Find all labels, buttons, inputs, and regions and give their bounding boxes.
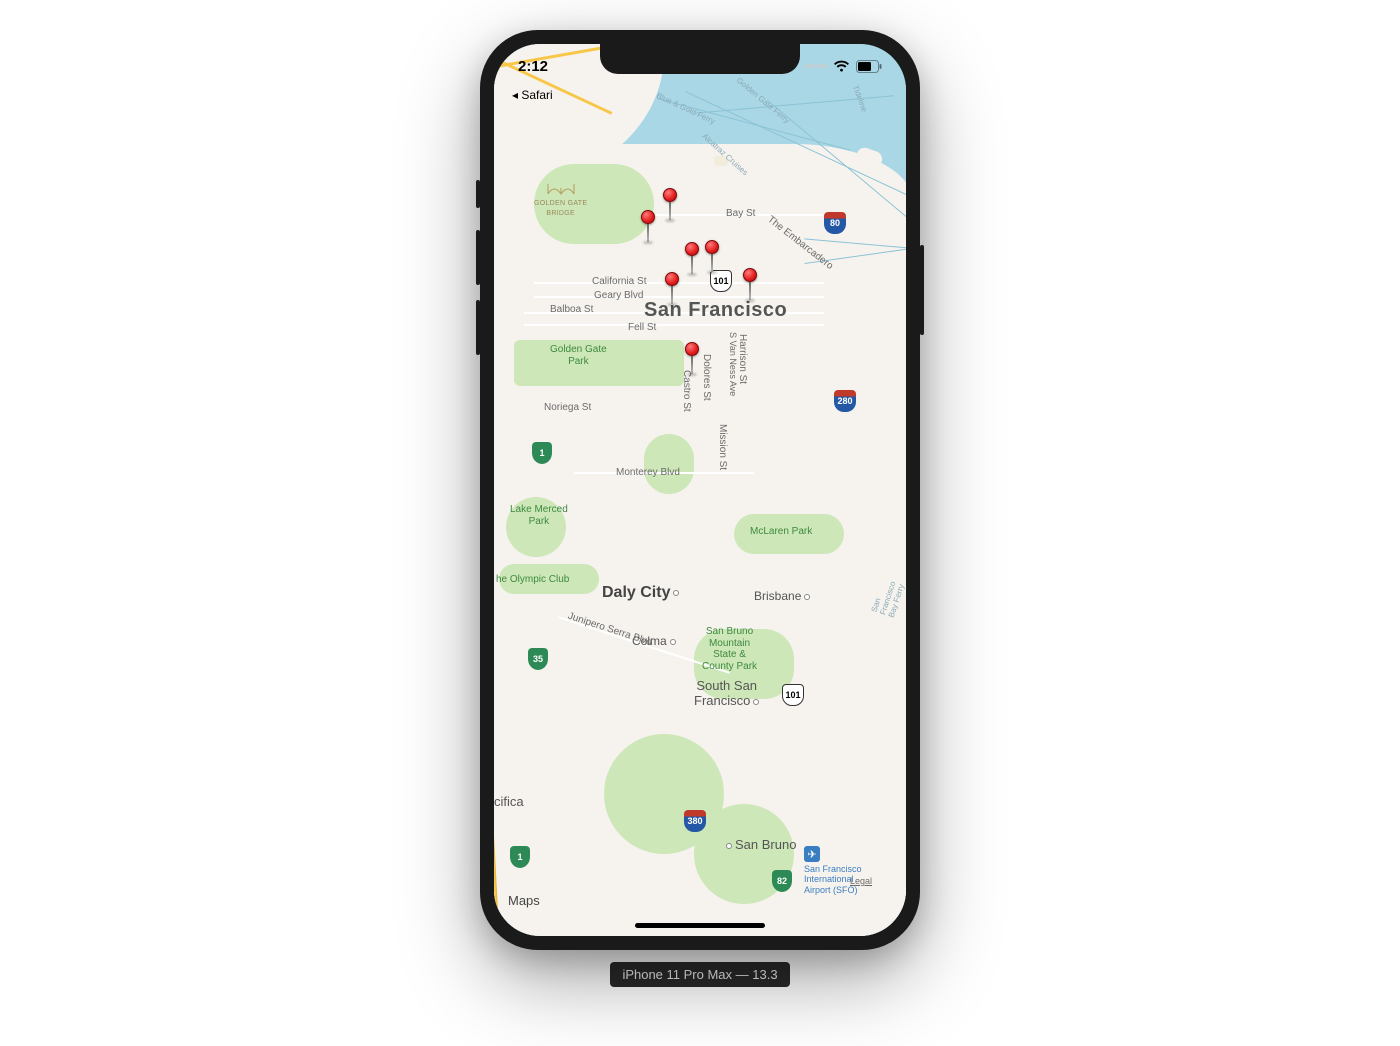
street-label: California St xyxy=(592,276,646,287)
shield-i280: 280 xyxy=(834,390,856,412)
airport-icon: ✈ xyxy=(804,846,820,862)
street-label: Castro St xyxy=(681,370,692,412)
shield-ca1: 1 xyxy=(510,846,530,868)
status-time: 2:12 xyxy=(518,58,548,75)
street-label: Balboa St xyxy=(550,304,593,315)
volume-down-button[interactable] xyxy=(476,300,480,355)
map-pin[interactable] xyxy=(663,188,677,222)
battery-icon xyxy=(856,60,882,73)
street xyxy=(524,324,824,326)
power-button[interactable] xyxy=(920,245,924,335)
shield-us101: 101 xyxy=(782,684,804,706)
maps-attribution: Maps xyxy=(508,893,540,908)
shield-ca1: 1 xyxy=(532,442,552,464)
street xyxy=(534,282,824,284)
map-pin[interactable] xyxy=(705,240,719,274)
map-pin[interactable] xyxy=(685,242,699,276)
street-label: Dolores St xyxy=(701,354,712,401)
street-label: Mission St xyxy=(717,424,728,470)
shield-ca82: 82 xyxy=(772,870,792,892)
back-to-app-breadcrumb[interactable]: ◂ Safari xyxy=(512,88,553,102)
street-label: S Van Ness Ave xyxy=(728,332,738,396)
street-label: Noriega St xyxy=(544,402,591,413)
golden-gate-bridge-label: GOLDEN GATE BRIDGE xyxy=(534,182,587,218)
shield-i80: 80 xyxy=(824,212,846,234)
city-label-sanbruno: San Bruno xyxy=(726,837,796,852)
bridge-icon xyxy=(546,182,576,196)
silence-switch[interactable] xyxy=(476,180,480,208)
shield-ca35: 35 xyxy=(528,648,548,670)
street-label: Monterey Blvd xyxy=(616,467,680,478)
home-indicator[interactable] xyxy=(635,923,765,928)
city-label-daly: Daly City xyxy=(602,584,679,602)
legal-link[interactable]: Legal xyxy=(850,876,872,886)
city-label-brisbane: Brisbane xyxy=(754,589,810,603)
map-pin[interactable] xyxy=(641,210,655,244)
map-pin[interactable] xyxy=(665,272,679,306)
street-label: Bay St xyxy=(726,208,755,219)
park-label-merced: Lake Merced Park xyxy=(510,504,568,527)
notch xyxy=(600,44,800,74)
street-label: Harrison St xyxy=(737,334,748,384)
park-label-olympic: he Olympic Club xyxy=(496,574,569,586)
cellular-dots-icon xyxy=(805,64,827,68)
street xyxy=(534,296,824,298)
city-label-ssf: South San Francisco xyxy=(694,678,759,708)
park-label-sbm: San Bruno Mountain State & County Park xyxy=(702,626,757,672)
simulator-caption: iPhone 11 Pro Max — 13.3 xyxy=(610,962,789,987)
park-twin-peaks xyxy=(644,434,694,494)
screen: 2:12 ◂ Safari xyxy=(494,44,906,936)
map-pin[interactable] xyxy=(743,268,757,302)
wifi-icon xyxy=(833,60,850,73)
street-label: Geary Blvd xyxy=(594,290,643,301)
park-label-mclaren: McLaren Park xyxy=(750,526,812,538)
map-pin[interactable] xyxy=(685,342,699,376)
shield-i380: 380 xyxy=(684,810,706,832)
map-view[interactable]: GOLDEN GATE BRIDGE San Francisco Daly Ci… xyxy=(494,44,906,936)
park-label-ggp: Golden Gate Park xyxy=(550,344,607,367)
volume-up-button[interactable] xyxy=(476,230,480,285)
city-label-pacifica: cifica xyxy=(494,794,524,809)
street-label: Fell St xyxy=(628,322,656,333)
device-frame: 2:12 ◂ Safari xyxy=(480,30,920,950)
